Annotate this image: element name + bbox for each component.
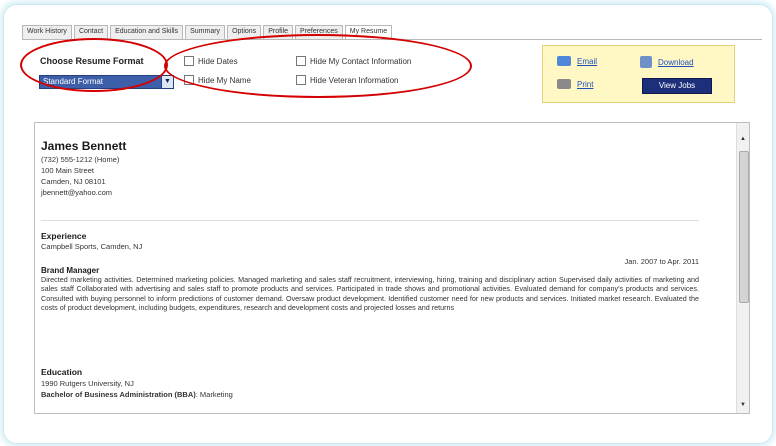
- resume-name: James Bennett: [41, 139, 127, 153]
- hide-contact-label: Hide My Contact Information: [310, 56, 412, 66]
- option-hide-name[interactable]: Hide My Name: [184, 75, 251, 85]
- experience-heading: Experience: [41, 231, 87, 241]
- degree-line: Bachelor of Business Administration (BBA…: [41, 390, 233, 399]
- scroll-thumb[interactable]: [739, 151, 749, 303]
- option-hide-veteran[interactable]: Hide Veteran Information: [296, 75, 399, 85]
- tab-bar: Work History Contact Education and Skill…: [22, 25, 394, 40]
- job-title: Brand Manager: [41, 266, 100, 275]
- tab-education-and-skills[interactable]: Education and Skills: [110, 25, 184, 39]
- email-action[interactable]: Email: [557, 56, 597, 66]
- education-heading: Education: [41, 367, 83, 377]
- download-icon: [640, 56, 652, 68]
- resume-street: 100 Main Street: [41, 166, 94, 175]
- hide-contact-checkbox[interactable]: [296, 56, 306, 66]
- email-icon: [557, 56, 571, 66]
- chevron-down-icon[interactable]: ▼: [161, 76, 173, 88]
- hide-dates-label: Hide Dates: [198, 56, 238, 66]
- degree: Bachelor of Business Administration (BBA…: [41, 390, 196, 399]
- format-select[interactable]: Standard Format ▼: [39, 75, 174, 89]
- resume-panel[interactable]: James Bennett (732) 555-1212 (Home) 100 …: [34, 122, 750, 414]
- option-hide-dates[interactable]: Hide Dates: [184, 56, 238, 66]
- vertical-scrollbar[interactable]: ▲ ▼: [736, 123, 749, 413]
- resume-phone: (732) 555-1212 (Home): [41, 155, 120, 164]
- print-link[interactable]: Print: [577, 80, 593, 89]
- employer: Campbell Sports, Camden, NJ: [41, 242, 143, 251]
- view-jobs-button[interactable]: View Jobs: [642, 78, 712, 94]
- tab-preferences[interactable]: Preferences: [295, 25, 343, 39]
- tab-work-history[interactable]: Work History: [22, 25, 72, 39]
- hide-veteran-checkbox[interactable]: [296, 75, 306, 85]
- tab-summary[interactable]: Summary: [185, 25, 226, 39]
- job-dates: Jan. 2007 to Apr. 2011: [624, 257, 699, 266]
- download-action[interactable]: Download: [640, 56, 694, 68]
- hide-name-label: Hide My Name: [198, 75, 251, 85]
- tab-contact[interactable]: Contact: [73, 25, 109, 39]
- format-title: Choose Resume Format: [40, 56, 144, 66]
- hide-dates-checkbox[interactable]: [184, 56, 194, 66]
- resume-email: jbennett@yahoo.com: [41, 188, 112, 197]
- section-divider: [41, 220, 699, 221]
- hide-name-checkbox[interactable]: [184, 75, 194, 85]
- scroll-down-icon[interactable]: ▼: [737, 399, 749, 411]
- format-select-value: Standard Format: [43, 77, 104, 86]
- email-link[interactable]: Email: [577, 57, 597, 66]
- actions-panel: Email Download Print View Jobs: [542, 45, 735, 103]
- tab-divider: [22, 39, 762, 40]
- hide-veteran-label: Hide Veteran Information: [310, 75, 399, 85]
- download-link[interactable]: Download: [658, 58, 694, 67]
- print-action[interactable]: Print: [557, 79, 593, 89]
- printer-icon: [557, 79, 571, 89]
- tab-profile[interactable]: Profile: [263, 25, 294, 39]
- school: 1990 Rutgers University, NJ: [41, 379, 134, 388]
- major: : Marketing: [195, 390, 233, 399]
- tab-my-resume[interactable]: My Resume: [344, 25, 393, 40]
- option-hide-contact[interactable]: Hide My Contact Information: [296, 56, 411, 66]
- tab-options[interactable]: Options: [227, 25, 262, 39]
- resume-city: Camden, NJ 08101: [41, 177, 106, 186]
- job-description: Directed marketing activities. Determine…: [41, 275, 699, 312]
- scroll-up-icon[interactable]: ▲: [737, 133, 749, 145]
